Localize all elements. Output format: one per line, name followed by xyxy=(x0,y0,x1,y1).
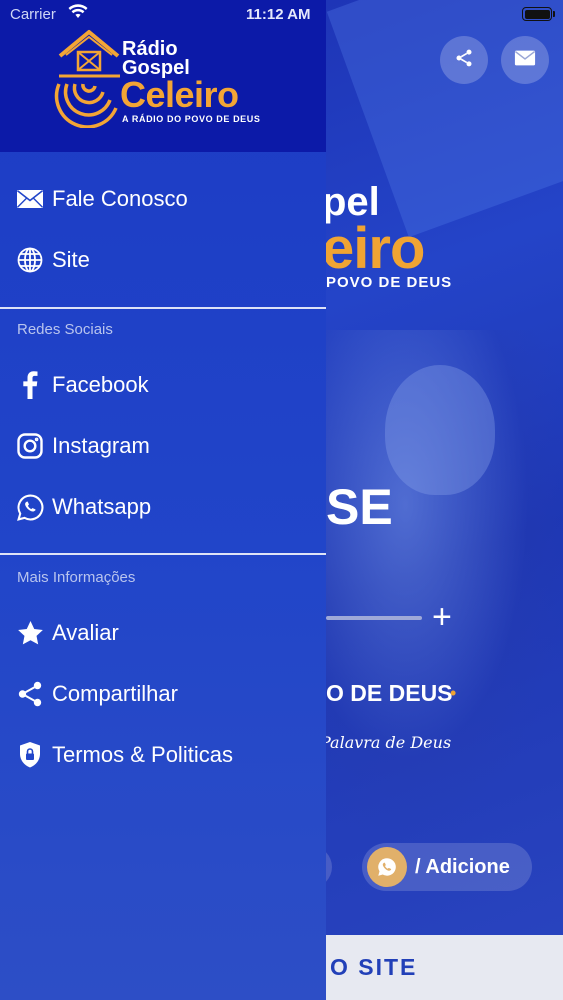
menu-item-instagram[interactable]: Instagram xyxy=(0,418,326,474)
background-photo-person xyxy=(385,365,495,495)
whatsapp-add-button[interactable]: / Adicione xyxy=(362,843,532,891)
section-title-redes-sociais: Redes Sociais xyxy=(17,321,113,338)
site-footer-label: O SITE xyxy=(330,954,418,980)
globe-icon xyxy=(16,246,44,274)
menu-item-label: Avaliar xyxy=(52,620,119,645)
star-icon xyxy=(16,619,44,647)
whatsapp-icon xyxy=(367,847,407,887)
background-logo-tagline: POVO DE DEUS xyxy=(326,274,453,291)
menu-item-label: Fale Conosco xyxy=(52,186,188,211)
menu-item-label: Instagram xyxy=(52,433,150,458)
facebook-icon xyxy=(16,371,44,399)
section-divider xyxy=(0,553,326,555)
background-dot: • xyxy=(450,683,457,703)
instagram-icon xyxy=(16,432,44,460)
mail-icon xyxy=(514,49,536,72)
background-logo-celeiro: eiro xyxy=(322,216,425,281)
menu-item-fale-conosco[interactable]: Fale Conosco xyxy=(0,171,326,227)
menu-item-termos-politicas[interactable]: Termos & Politicas xyxy=(0,727,326,783)
menu-item-facebook[interactable]: Facebook xyxy=(0,357,326,413)
menu-item-label: Site xyxy=(52,247,90,272)
background-promo-text: SE xyxy=(326,479,393,535)
whatsapp-add-label: / Adicione xyxy=(415,855,510,878)
mail-button[interactable] xyxy=(501,36,549,84)
radio-logo: Rádio Gospel Celeiro A RÁDIO DO POVO DE … xyxy=(54,28,274,128)
clock: 11:12 AM xyxy=(246,6,311,23)
volume-slider[interactable] xyxy=(326,616,422,620)
share-button[interactable] xyxy=(440,36,488,84)
side-drawer: Rádio Gospel Celeiro A RÁDIO DO POVO DE … xyxy=(0,0,326,1000)
logo-text-radio: Rádio xyxy=(122,38,178,60)
menu-item-label: Facebook xyxy=(52,372,149,397)
volume-up-button[interactable]: + xyxy=(432,598,452,637)
barn-logo-icon xyxy=(54,30,120,128)
logo-text-celeiro: Celeiro xyxy=(120,74,239,115)
menu-item-avaliar[interactable]: Avaliar xyxy=(0,605,326,661)
menu-item-compartilhar[interactable]: Compartilhar xyxy=(0,666,326,722)
battery-icon xyxy=(522,7,552,21)
section-title-mais-informacoes: Mais Informações xyxy=(17,569,136,586)
share-icon xyxy=(454,48,474,73)
status-bar: Carrier 11:12 AM xyxy=(0,0,563,30)
logo-tagline: A RÁDIO DO POVO DE DEUS xyxy=(122,114,261,124)
wifi-icon xyxy=(68,4,88,23)
background-script-text: Palavra de Deus xyxy=(320,733,452,752)
whatsapp-icon xyxy=(16,493,44,521)
menu-item-label: Whatsapp xyxy=(52,494,152,519)
carrier-label: Carrier xyxy=(10,6,56,23)
shield-lock-icon xyxy=(16,741,44,769)
menu-item-site[interactable]: Site xyxy=(0,232,326,288)
share-icon xyxy=(16,680,44,708)
battery-tip xyxy=(553,11,555,17)
menu-item-label: Termos & Politicas xyxy=(52,742,233,767)
background-slogan: O DE DEUS xyxy=(326,680,453,706)
section-divider xyxy=(0,307,326,309)
menu-item-label: Compartilhar xyxy=(52,681,178,706)
menu-item-whatsapp[interactable]: Whatsapp xyxy=(0,479,326,535)
mail-icon xyxy=(16,185,44,213)
